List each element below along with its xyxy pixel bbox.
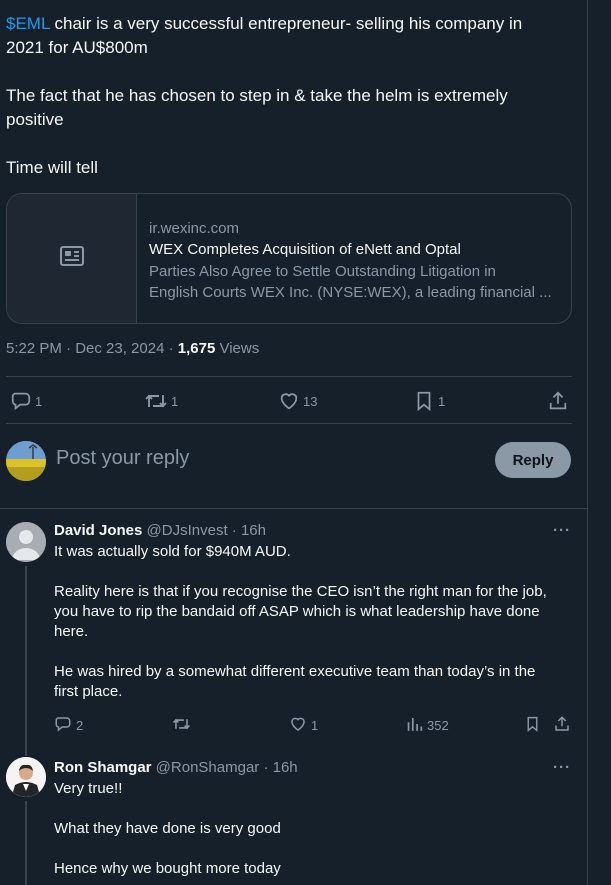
repost-button[interactable]: 1 bbox=[144, 390, 178, 412]
tweet-meta: 5:22 PM · Dec 23, 2024 · 1,675 Views bbox=[6, 340, 259, 357]
more-options-icon[interactable]: ··· bbox=[553, 759, 571, 776]
repost-arrows-icon bbox=[144, 390, 168, 412]
views-label: Views bbox=[215, 340, 260, 357]
bookmark-count: 1 bbox=[438, 393, 446, 409]
repost-count: 1 bbox=[171, 393, 179, 409]
card-description: Parties Also Agree to Settle Outstanding… bbox=[149, 263, 552, 301]
card-thumbnail bbox=[7, 194, 137, 323]
reply-action-bar: 2 1 352 bbox=[0, 715, 587, 735]
heart-icon bbox=[278, 390, 300, 412]
heart-icon bbox=[289, 715, 307, 736]
reply-input[interactable]: Post your reply bbox=[56, 447, 189, 470]
author-name[interactable]: David Jones bbox=[54, 522, 142, 539]
article-icon bbox=[59, 244, 85, 273]
tweet-detail-view: $EML chair is a very successful entrepre… bbox=[0, 0, 611, 885]
author-name[interactable]: Ron Shamgar bbox=[54, 759, 152, 776]
speech-bubble-icon bbox=[54, 715, 72, 736]
views-button[interactable]: 352 bbox=[406, 715, 449, 736]
tweet-action-bar: 1 1 13 1 bbox=[0, 377, 587, 423]
reply-submit-button[interactable]: Reply bbox=[495, 442, 571, 478]
reply-text: It was actually sold for $940M AUD. Real… bbox=[54, 543, 547, 700]
tweet-text: $EML chair is a very successful entrepre… bbox=[6, 12, 576, 180]
bookmark-button[interactable] bbox=[524, 715, 541, 736]
tweet-text-line: Time will tell bbox=[6, 158, 98, 177]
avatar[interactable] bbox=[6, 522, 46, 562]
reply-button[interactable]: 2 bbox=[54, 715, 83, 736]
tweet-text-line: positive bbox=[6, 110, 64, 129]
like-button[interactable]: 1 bbox=[289, 715, 318, 736]
share-button[interactable] bbox=[553, 715, 571, 736]
card-domain: ir.wexinc.com bbox=[149, 220, 240, 237]
bookmark-icon bbox=[524, 715, 541, 736]
tweet-text-line: The fact that he has chosen to step in &… bbox=[6, 86, 508, 105]
reply-composer: Post your reply Reply bbox=[0, 424, 587, 508]
share-upload-icon bbox=[553, 715, 571, 736]
link-preview-card[interactable]: ir.wexinc.com WEX Completes Acquisition … bbox=[6, 193, 572, 324]
views-count: 1,675 bbox=[177, 340, 216, 357]
share-button[interactable] bbox=[547, 390, 569, 412]
timestamp-link[interactable]: 5:22 PM · Dec 23, 2024 · bbox=[6, 340, 178, 357]
author-handle[interactable]: @DJsInvest · 16h bbox=[142, 522, 266, 539]
bookmark-icon bbox=[413, 390, 435, 412]
bar-chart-icon bbox=[406, 715, 423, 736]
repost-button[interactable] bbox=[172, 715, 191, 736]
like-count: 1 bbox=[311, 718, 319, 733]
share-upload-icon bbox=[547, 390, 569, 412]
avatar[interactable] bbox=[6, 441, 46, 481]
tweet-text-line: chair is a very successful entrepreneur-… bbox=[49, 14, 523, 33]
reply-button[interactable]: 1 bbox=[10, 390, 42, 412]
bookmark-button[interactable]: 1 bbox=[413, 390, 445, 412]
reply-count: 1 bbox=[35, 393, 43, 409]
reply-tweet[interactable]: David Jones @DJsInvest · 16h ··· It was … bbox=[0, 508, 587, 756]
like-button[interactable]: 13 bbox=[278, 390, 317, 412]
cashtag-link[interactable]: $EML bbox=[6, 14, 50, 33]
tweet-text-line: 2021 for AU$800m bbox=[6, 38, 148, 57]
card-title: WEX Completes Acquisition of eNett and O… bbox=[149, 241, 461, 258]
reply-count: 2 bbox=[76, 718, 84, 733]
repost-arrows-icon bbox=[172, 715, 191, 736]
reply-tweet[interactable]: Ron Shamgar @RonShamgar · 16h ··· Very t… bbox=[0, 753, 587, 885]
author-handle[interactable]: @RonShamgar · 16h bbox=[152, 759, 298, 776]
reply-text: Very true!! What they have done is very … bbox=[54, 780, 281, 877]
views-count: 352 bbox=[427, 718, 449, 733]
thread-line bbox=[25, 801, 27, 885]
avatar[interactable] bbox=[6, 757, 46, 797]
speech-bubble-icon bbox=[10, 390, 32, 412]
like-count: 13 bbox=[303, 393, 318, 409]
more-options-icon[interactable]: ··· bbox=[553, 522, 571, 539]
column-divider bbox=[587, 0, 588, 885]
